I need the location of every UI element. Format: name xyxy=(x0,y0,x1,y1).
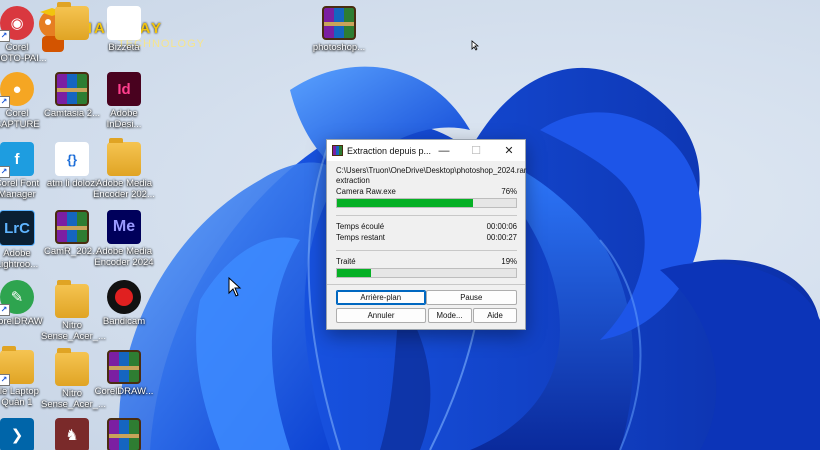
winrar-archive-icon xyxy=(55,72,89,106)
total-progress-bar xyxy=(336,268,517,278)
media-encoder-icon: Me xyxy=(107,210,141,244)
divider xyxy=(336,215,517,216)
elapsed-row: Temps écoulé 00:00:06 xyxy=(336,221,517,232)
background-button[interactable]: Arrière-plan xyxy=(336,290,426,305)
font-manager-icon: f ↗ xyxy=(0,142,34,178)
record-icon xyxy=(107,280,141,314)
remaining-value: 00:00:27 xyxy=(486,233,517,242)
elapsed-value: 00:00:06 xyxy=(486,222,517,231)
file-progress-fill xyxy=(337,199,474,207)
pause-button[interactable]: Pause xyxy=(425,290,517,305)
processed-label: Traité xyxy=(336,257,356,266)
folder-icon xyxy=(107,138,141,176)
desktop-icon-indesign[interactable]: Id Adobe InDesi... xyxy=(93,72,155,130)
mode-button[interactable]: Mode... xyxy=(427,308,472,323)
secondary-cursor-icon xyxy=(471,40,479,51)
lightroom-icon: LrC xyxy=(0,210,35,246)
winrar-archive-icon xyxy=(107,350,141,384)
desktop-icon-media-encoder[interactable]: Me Adobe Media Encoder 2024 xyxy=(93,210,155,268)
divider xyxy=(327,284,525,285)
minimize-icon[interactable]: — xyxy=(430,140,458,161)
folder-icon xyxy=(55,2,89,40)
indesign-icon: Id xyxy=(107,72,141,106)
game-icon: ♞ xyxy=(55,418,89,450)
current-file-percent: 76% xyxy=(501,187,517,196)
maximize-icon[interactable]: ☐ xyxy=(462,140,490,161)
button-row-2: Annuler Mode... Aide xyxy=(336,308,517,323)
file-icon xyxy=(107,6,141,40)
capture-icon: ● ↗ xyxy=(0,72,34,108)
camera-icon: ◉ ↗ xyxy=(0,6,34,42)
coreldraw-icon: ✎ ↗ xyxy=(0,280,34,316)
cancel-button[interactable]: Annuler xyxy=(336,308,426,323)
remaining-label: Temps restant xyxy=(336,233,385,242)
button-row-1: Arrière-plan Pause xyxy=(336,290,517,305)
json-file-icon: {} xyxy=(55,142,89,176)
help-button[interactable]: Aide xyxy=(473,308,517,323)
total-progress-fill xyxy=(337,269,371,277)
winrar-archive-icon xyxy=(107,418,141,450)
winrar-archive-icon xyxy=(322,6,356,40)
current-file-row: Camera Raw.exe 76% xyxy=(336,186,517,197)
folder-icon xyxy=(55,280,89,318)
elapsed-label: Temps écoulé xyxy=(336,222,385,231)
desktop-icon-bandicam[interactable]: Bandicam xyxy=(93,280,155,327)
close-icon[interactable]: ✕ xyxy=(495,140,523,161)
desktop-icon-coreldraw-archive[interactable]: CorelDRAW... xyxy=(93,350,155,397)
processed-percent: 19% xyxy=(501,257,517,266)
file-progress-bar xyxy=(336,198,517,208)
desktop-icon-photoshop-archive[interactable]: photoshop... xyxy=(308,6,370,53)
action-label: extraction xyxy=(336,176,370,185)
processed-row: Traité 19% xyxy=(336,256,517,267)
mouse-cursor-icon xyxy=(228,277,242,297)
desktop-icon-media-encoder-folder[interactable]: Adobe Media Encoder 202... xyxy=(93,138,155,200)
extraction-dialog: Extraction depuis p... — ☐ ✕ C:\Users\Tr… xyxy=(326,139,526,330)
divider xyxy=(336,250,517,251)
winrar-icon xyxy=(332,145,343,156)
folder-icon xyxy=(55,348,89,386)
dialog-title: Extraction depuis p... xyxy=(347,145,432,156)
vscode-icon: ❯ xyxy=(0,418,34,450)
desktop-icon-archive-bottom[interactable] xyxy=(93,418,155,450)
dialog-titlebar[interactable]: Extraction depuis p... — ☐ ✕ xyxy=(327,140,525,161)
dialog-body: C:\Users\Truon\OneDrive\Desktop\photosho… xyxy=(327,161,527,323)
winrar-archive-icon xyxy=(55,210,89,244)
folder-icon: ↗ xyxy=(0,346,34,386)
desktop: THAN GAY TECHNOLOGY ◉↗ Corel PHOTO-PAI..… xyxy=(0,0,820,450)
current-file-name: Camera Raw.exe xyxy=(336,187,396,196)
desktop-icon-bizzeta[interactable]: Bizzeta xyxy=(93,6,155,53)
remaining-row: Temps restant 00:00:27 xyxy=(336,232,517,243)
archive-path: C:\Users\Truon\OneDrive\Desktop\photosho… xyxy=(336,166,527,175)
